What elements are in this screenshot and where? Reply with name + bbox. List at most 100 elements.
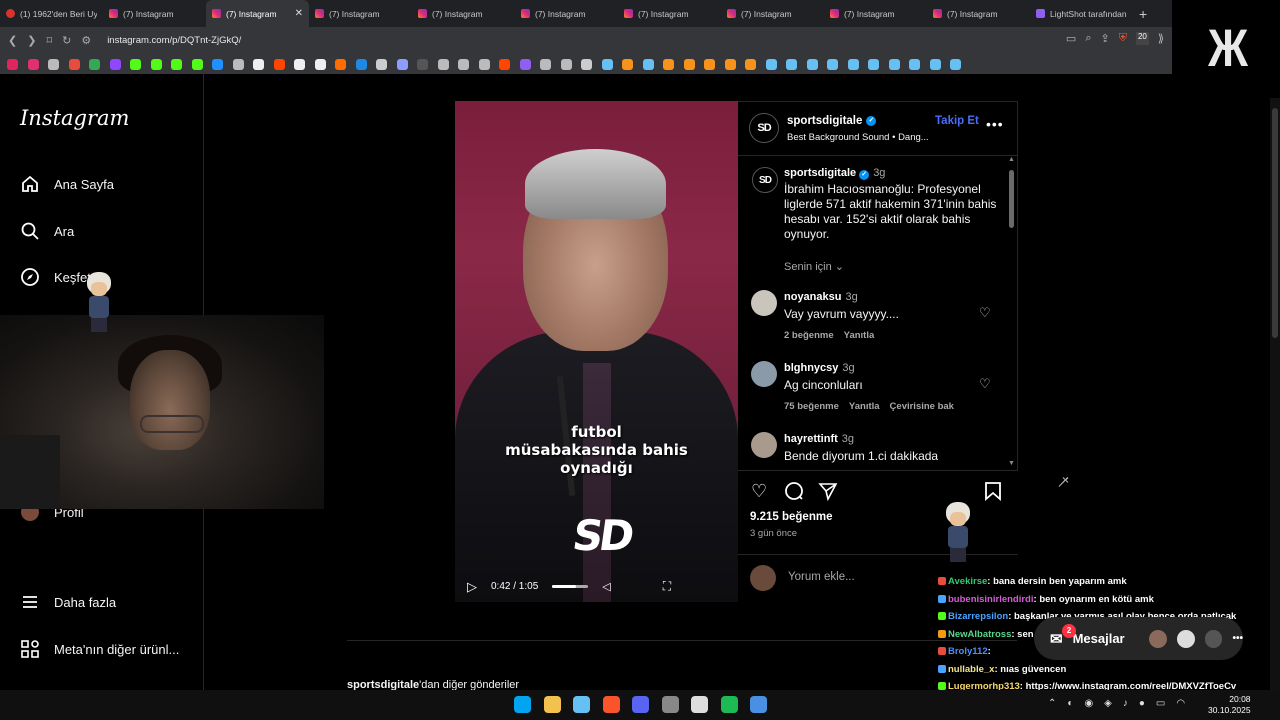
bookmark-icon[interactable] [745,58,756,70]
extension-icon[interactable]: ⟫ [1158,32,1164,45]
bookmark-icon[interactable] [314,58,326,70]
bookmark-icon[interactable] [540,58,551,70]
bookmark-icon[interactable] [642,58,654,70]
nav-meta-products[interactable]: Meta'nın diğer ürünl... [20,639,179,659]
bookmark-icon[interactable] [724,58,736,70]
browser-tab[interactable]: (7) Instagram [412,0,515,27]
comment-avatar[interactable] [751,361,777,387]
close-tab-icon[interactable]: ✕ [295,8,303,19]
nav-home[interactable]: Ana Sayfa [20,174,114,194]
bookmark-icon[interactable] [806,58,818,70]
screen-icon[interactable]: ▭ [1066,32,1076,45]
bookmark-icon[interactable] [48,58,59,70]
bookmark-icon[interactable] [622,58,633,70]
bookmark-icon[interactable] [253,58,264,70]
more-icon[interactable]: ••• [1232,633,1243,644]
display-icon[interactable]: ▭ [1156,698,1165,709]
bookmark-icon[interactable] [601,58,613,70]
comment-likes[interactable]: 75 beğenme [784,401,839,412]
caption-author[interactable]: sportsdigitale ✓ 3g [784,167,885,180]
bookmark-icon[interactable] [683,58,695,70]
reel-video[interactable]: futbol müsabakasında bahis oynadığı SD ▷… [455,101,738,602]
bookmark-icon[interactable] [396,58,408,70]
back-icon[interactable]: ❮ [8,34,17,47]
chat-username[interactable]: bubenisinirlendirdi [948,594,1034,605]
bookmark-icon[interactable] [519,58,531,70]
bookmark-icon[interactable]: ⌑ [46,34,52,47]
author-name[interactable]: sportsdigitale ✓ [787,115,877,127]
tray-icon[interactable]: ◐ [1067,698,1073,709]
address-bar[interactable]: instagram.com/p/DQTnt-ZjGkQ/ [107,35,241,46]
new-tab-button[interactable]: + [1133,6,1147,22]
chat-username[interactable]: Bizarrepsilon [948,611,1008,622]
heart-icon[interactable]: ♡ [979,305,991,321]
browser-tab[interactable]: (7) Instagram [515,0,618,27]
bookmark-icon[interactable] [212,58,223,70]
bookmark-icon[interactable] [232,58,244,70]
share-icon[interactable]: ⇪ [1101,32,1110,45]
bookmark-icon[interactable] [27,58,39,70]
chat-username[interactable]: Broly112 [948,646,988,657]
chevron-up-icon[interactable]: ⌃ [1048,698,1056,709]
comments-scrollbar[interactable]: ▲ ▼ [1008,156,1016,470]
browser-tab[interactable]: (1) 1962'den Beri Uy [0,0,103,27]
chat-username[interactable]: Avekirse [948,576,987,587]
mic-icon[interactable]: ● [1139,698,1145,709]
bookmark-icon[interactable] [294,58,305,70]
bookmark-icon[interactable] [130,58,141,70]
instagram-logo[interactable]: Instagram [20,106,129,130]
taskbar-app-icon[interactable] [750,696,767,713]
network-icon[interactable]: ◠ [1176,698,1185,709]
reload-icon[interactable]: ↻ [62,34,71,47]
comment-user[interactable]: noyanaksu 3g [784,291,858,303]
bookmark-icon[interactable] [560,58,572,70]
page-scrollbar[interactable] [1270,98,1280,690]
bookmark-icon[interactable] [950,58,961,70]
comment-input[interactable]: Yorum ekle... [788,571,855,583]
nav-search[interactable]: Ara [20,221,74,241]
nav-explore[interactable]: Keşfet [20,267,91,287]
bookmark-icon[interactable] [150,58,162,70]
taskbar-app-icon[interactable] [661,696,679,713]
more-options-icon[interactable]: ••• [986,116,1004,132]
tray-icon[interactable]: ◉ [1084,698,1093,709]
play-icon[interactable]: ▷ [467,579,477,595]
bookmark-icon[interactable] [827,58,838,70]
taskbar-app-icon[interactable] [691,696,708,713]
taskbar-app-icon[interactable] [602,696,620,713]
browser-tab[interactable]: (7) Instagram [721,0,824,27]
bookmark-icon[interactable] [765,58,777,70]
save-icon[interactable] [984,481,1002,506]
video-progress-bar[interactable] [552,585,589,588]
taskbar-app-icon[interactable] [720,696,738,713]
taskbar-app-icon[interactable] [573,696,590,713]
taskbar-app-icon[interactable] [632,696,649,713]
bookmark-icon[interactable] [7,58,18,70]
bookmark-icon[interactable] [417,58,428,70]
bookmark-icon[interactable] [68,58,80,70]
bookmark-icon[interactable] [273,58,285,70]
bookmark-icon[interactable] [704,58,715,70]
bookmark-icon[interactable] [191,58,203,70]
heart-icon[interactable]: ♡ [979,376,991,392]
browser-tab[interactable]: (7) Instagram ✕ [206,0,309,27]
tray-icon[interactable]: ◈ [1104,698,1112,709]
bookmark-icon[interactable] [888,58,900,70]
nav-more[interactable]: Daha fazla [20,592,116,612]
comment-icon[interactable] [784,481,804,506]
site-settings-icon[interactable]: ⚙ [81,34,91,47]
browser-tab[interactable]: LightShot tarafından [1030,0,1133,27]
comment-user[interactable]: blghnycsy 3g [784,362,855,374]
caption-avatar[interactable]: SD [752,167,778,193]
bookmark-icon[interactable] [581,58,592,70]
bookmark-icon[interactable] [109,58,121,70]
audio-label[interactable]: Best Background Sound • Dang... [787,132,929,143]
bookmark-icon[interactable] [335,58,346,70]
bookmark-icon[interactable] [89,58,100,70]
author-avatar[interactable]: SD [749,113,779,143]
volume-icon[interactable]: ◁ [602,580,610,593]
comment-user[interactable]: hayrettinft 3g [784,433,854,445]
share-icon[interactable] [818,481,838,506]
taskbar-app-icon[interactable] [514,696,531,713]
bookmark-icon[interactable] [663,58,674,70]
